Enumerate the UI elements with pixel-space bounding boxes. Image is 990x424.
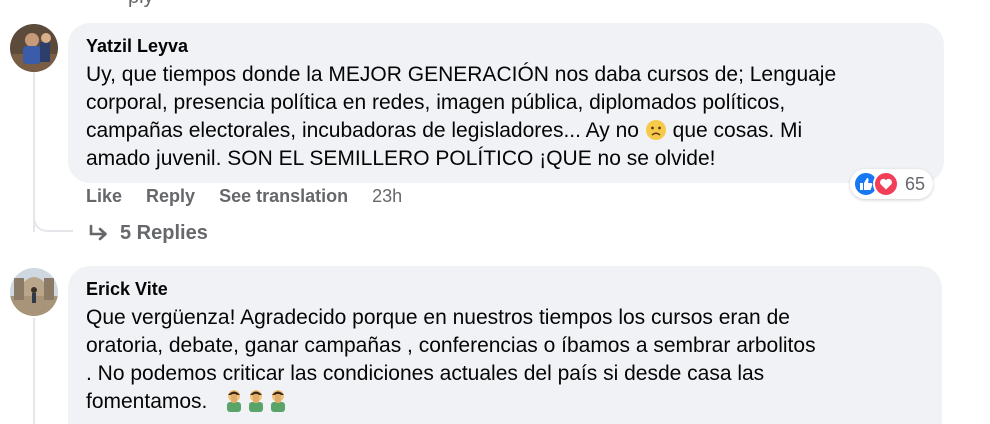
reaction-summary[interactable]: 65 [850, 169, 934, 199]
comment-text: Uy, que tiempos donde la MEJOR GENERACIÓ… [86, 61, 926, 173]
comment-line: oratoria, debate, ganar campañas , confe… [86, 334, 816, 357]
emoji-group [223, 390, 289, 413]
love-icon [873, 171, 899, 197]
reaction-count: 65 [905, 173, 926, 194]
thread-connector [33, 200, 73, 232]
previous-comment-fragment: ply [128, 0, 154, 9]
avatar[interactable] [10, 268, 58, 316]
reply-button[interactable]: Reply [146, 186, 195, 207]
comment-line-text: campañas electorales, incubadoras de leg… [86, 119, 639, 142]
facepalm-man-emoji [227, 390, 242, 412]
avatar-photo [10, 268, 58, 316]
comment-line-text: que cosas. Mi [672, 119, 803, 142]
comment-line: fomentamos. [86, 388, 924, 416]
comment-text: Que vergüenza! Agradecido porque en nues… [86, 304, 924, 416]
comment-actions: Like Reply See translation 23h [86, 186, 402, 207]
comment-timestamp[interactable]: 23h [372, 186, 402, 207]
like-button[interactable]: Like [86, 186, 122, 207]
comment-line: Uy, que tiempos donde la MEJOR GENERACIÓ… [86, 63, 837, 86]
avatar[interactable] [10, 24, 58, 72]
see-translation-link[interactable]: See translation [219, 186, 348, 207]
comment-author[interactable]: Erick Vite [86, 278, 924, 300]
comment-line: corporal, presencia política en redes, i… [86, 91, 786, 114]
comment-line: . No podemos criticar las condiciones ac… [86, 362, 765, 385]
comment-author[interactable]: Yatzil Leyva [86, 35, 926, 57]
replies-label: 5 Replies [120, 222, 208, 244]
avatar-photo [10, 24, 58, 72]
comment-line-text: fomentamos. [86, 390, 208, 413]
comment-line: campañas electorales, incubadoras de leg… [86, 117, 926, 145]
facepalm-man-emoji [249, 390, 264, 412]
comment-bubble: Erick Vite Que vergüenza! Agradecido por… [68, 266, 942, 424]
comment-line: amado juvenil. SON EL SEMILLERO POLÍTICO… [86, 147, 716, 170]
reply-arrow-icon [89, 224, 107, 240]
view-replies-button[interactable]: 5 Replies [88, 222, 208, 245]
facepalm-man-emoji [271, 390, 286, 412]
comment-bubble: Yatzil Leyva Uy, que tiempos donde la ME… [68, 23, 944, 183]
thread-line [33, 318, 35, 424]
sad-face-emoji [645, 120, 666, 140]
comment-line: Que vergüenza! Agradecido porque en nues… [86, 306, 790, 329]
